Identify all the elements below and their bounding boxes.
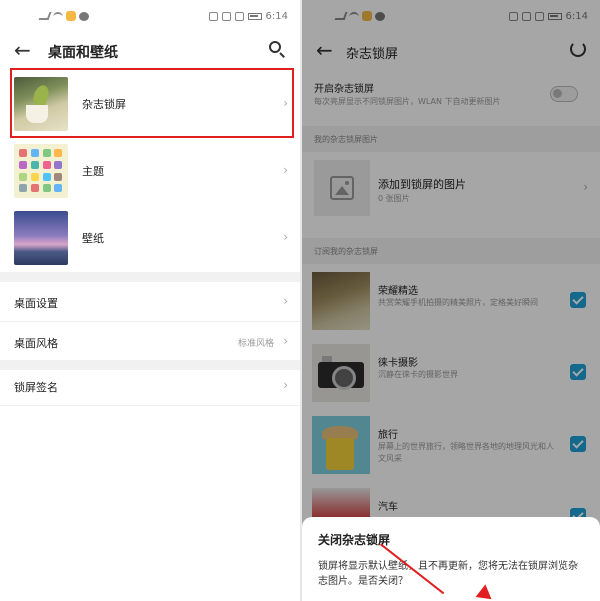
theme-thumbnail (14, 144, 68, 198)
title-bar: ← 桌面和壁纸 (0, 34, 300, 68)
row-value: 标准风格 (237, 339, 274, 349)
magazine-lock-screen: 6:14 ← 杂志锁屏 开启杂志锁屏 每次亮屏显示不同锁屏图片，WLAN 下自动… (302, 0, 600, 601)
desktop-wallpaper-screen: 6:14 ← 桌面和壁纸 杂志锁屏 › 主题 › 壁纸 › 桌面设置 › 桌面风… (0, 0, 300, 601)
chevron-right-icon: › (283, 230, 288, 244)
list-item-wallpaper[interactable]: 壁纸 › (0, 206, 300, 272)
notification-app-icon (66, 11, 76, 21)
signal-icon (38, 12, 52, 20)
alarm-icon (221, 12, 231, 21)
list-item-label: 主题 (82, 165, 104, 178)
chevron-right-icon: › (283, 294, 288, 308)
list-item-theme[interactable]: 主题 › (0, 139, 300, 205)
list-item-label: 壁纸 (82, 232, 104, 245)
modal-dim-overlay[interactable] (302, 0, 600, 601)
row-label: 桌面设置 (14, 297, 58, 310)
section-divider (0, 272, 300, 282)
row-desktop-settings[interactable]: 桌面设置 › (0, 282, 300, 322)
mute-icon (234, 12, 244, 21)
row-label: 锁屏签名 (14, 381, 58, 394)
row-label: 桌面风格 (14, 337, 58, 350)
page-title: 桌面和壁纸 (48, 45, 118, 61)
row-desktop-style[interactable]: 桌面风格 标准风格 › (0, 322, 300, 362)
nfc-icon (208, 12, 218, 21)
status-time: 6:14 (265, 11, 288, 22)
chevron-right-icon: › (283, 163, 288, 177)
row-lock-signature[interactable]: 锁屏签名 › (0, 366, 300, 406)
back-arrow-icon[interactable]: ← (14, 40, 34, 60)
chevron-right-icon: › (283, 378, 288, 392)
status-bar: 6:14 (0, 0, 300, 34)
dialog-body: 锁屏将显示默认壁纸，且不再更新，您将无法在锁屏浏览杂志图片。是否关闭？ (318, 561, 578, 587)
wallpaper-thumbnail (14, 211, 68, 265)
wifi-icon (53, 12, 63, 20)
chevron-right-icon: › (283, 334, 288, 348)
close-magazine-lock-dialog: 关闭杂志锁屏 锁屏将显示默认壁纸，且不再更新，您将无法在锁屏浏览杂志图片。是否关… (302, 517, 600, 601)
battery-icon (247, 13, 262, 20)
dialog-title: 关闭杂志锁屏 (318, 533, 391, 547)
message-icon (79, 11, 89, 21)
red-highlight-box (10, 68, 294, 138)
search-icon[interactable] (268, 40, 286, 58)
